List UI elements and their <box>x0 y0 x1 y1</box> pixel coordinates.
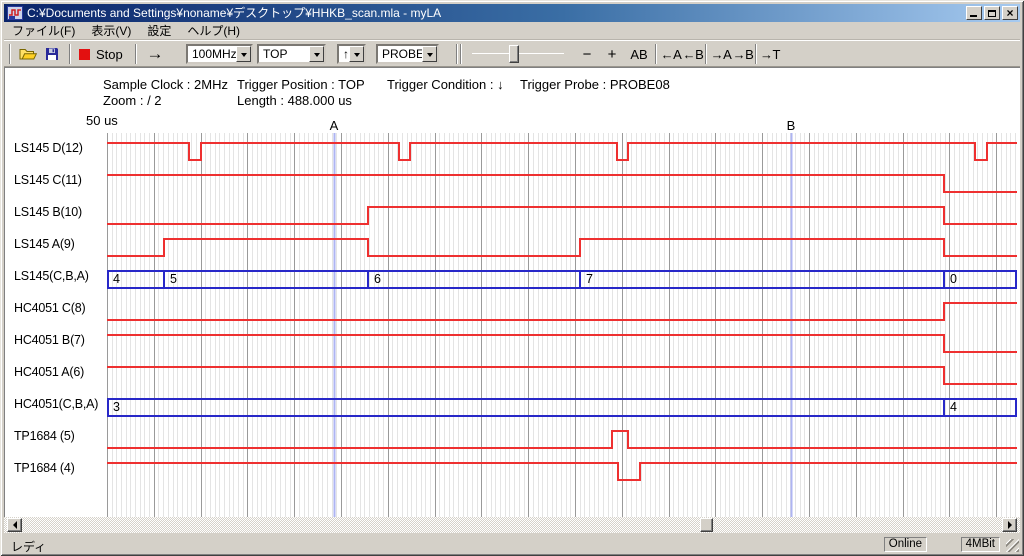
bus-value: 6 <box>374 272 381 286</box>
save-floppy-icon <box>45 47 59 61</box>
stop-label: Stop <box>96 47 123 62</box>
sample-clock-info: Sample Clock : 2MHz <box>103 77 228 92</box>
channel-label[interactable]: LS145 A(9) <box>14 237 75 251</box>
menu-item[interactable]: 設定 <box>139 21 179 40</box>
goto-marker-b-left-button[interactable]: ←B <box>682 43 704 65</box>
toolbar-separator <box>655 44 657 64</box>
sample-clock-value: 100MHz <box>192 46 237 62</box>
minimize-icon <box>970 15 977 17</box>
bus-value: 4 <box>950 400 957 414</box>
toolbar-separator <box>755 44 757 64</box>
dropdown-button[interactable] <box>309 46 324 62</box>
scroll-right-button[interactable] <box>1002 518 1017 532</box>
zoom-info: Zoom : / 2 <box>103 93 162 108</box>
toolbar-separator <box>69 44 71 64</box>
chevron-down-icon <box>314 53 320 60</box>
menu-item[interactable]: 表示(V) <box>83 21 139 40</box>
waveform-panel: Sample Clock : 2MHz Trigger Position : T… <box>4 67 1020 517</box>
time-scale-label: 50 us <box>86 113 118 128</box>
goto-trigger-button[interactable]: →T <box>759 43 781 65</box>
scroll-left-button[interactable] <box>7 518 22 532</box>
toolbar-grip[interactable] <box>9 44 11 64</box>
bus-value: 5 <box>170 272 177 286</box>
channel-label[interactable]: LS145 C(11) <box>14 173 82 187</box>
run-button[interactable]: → <box>141 43 169 65</box>
trigger-position-value: TOP <box>263 46 287 62</box>
zoom-in-button[interactable]: + <box>601 43 623 65</box>
app-icon <box>7 5 23 21</box>
waveform-svg[interactable]: 4 5 6 7 0 3 4 <box>107 133 1017 517</box>
stop-icon <box>79 49 90 60</box>
chevron-down-icon <box>427 53 433 60</box>
close-icon: × <box>1006 8 1013 18</box>
channel-label[interactable]: HC4051 A(6) <box>14 365 84 379</box>
sample-clock-combo[interactable]: 100MHz <box>186 44 253 64</box>
goto-marker-a-right-button[interactable]: →A <box>710 43 732 65</box>
arrow-right-icon <box>1008 521 1016 529</box>
trigger-position-combo[interactable]: TOP <box>257 44 326 64</box>
bus-value: 4 <box>113 272 120 286</box>
arrow-left-icon <box>9 521 17 529</box>
app-window: C:¥Documents and Settings¥noname¥デスクトップ¥… <box>0 0 1024 556</box>
status-bar: レディ Online 4MBit <box>4 536 1020 553</box>
maximize-icon <box>988 10 996 17</box>
status-ready-text: レディ <box>11 538 46 555</box>
trigger-edge-combo[interactable]: ↑ <box>337 44 366 64</box>
trigger-probe-info: Trigger Probe : PROBE08 <box>520 77 670 92</box>
channel-label[interactable]: HC4051(C,B,A) <box>14 397 98 411</box>
stop-button[interactable]: Stop <box>77 43 131 65</box>
trigger-position-info: Trigger Position : TOP <box>237 77 365 92</box>
chevron-down-icon <box>354 53 360 60</box>
dropdown-button[interactable] <box>349 46 364 62</box>
bus-value: 0 <box>950 272 957 286</box>
bus-value: 3 <box>113 400 120 414</box>
channel-label[interactable]: HC4051 C(8) <box>14 301 85 315</box>
goto-marker-a-left-button[interactable]: ←A <box>660 43 682 65</box>
toolbar-separator <box>460 44 462 64</box>
channel-label[interactable]: LS145 D(12) <box>14 141 83 155</box>
menu-item[interactable]: ヘルプ(H) <box>179 21 248 40</box>
minimize-button[interactable] <box>966 6 982 20</box>
channel-label[interactable]: LS145 B(10) <box>14 205 82 219</box>
channel-label[interactable]: TP1684 (4) <box>14 461 75 475</box>
channel-label[interactable]: TP1684 (5) <box>14 429 75 443</box>
trigger-condition-info: Trigger Condition : ↓ <box>387 77 504 92</box>
window-title: C:¥Documents and Settings¥noname¥デスクトップ¥… <box>27 5 966 21</box>
slider-thumb[interactable] <box>509 45 519 63</box>
memory-indicator: 4MBit <box>961 537 1000 552</box>
chevron-down-icon <box>241 53 247 60</box>
toolbar: Stop → 100MHz TOP ↑ PROBE00 − + AB ←A <box>4 40 1020 67</box>
channel-label[interactable]: LS145(C,B,A) <box>14 269 89 283</box>
marker-a-label[interactable]: A <box>330 118 339 133</box>
toolbar-separator <box>705 44 707 64</box>
zoom-out-button[interactable]: − <box>576 43 598 65</box>
menu-bar: ファイル(F)表示(V)設定ヘルプ(H) <box>4 22 1020 40</box>
toolbar-separator <box>135 44 137 64</box>
length-info: Length : 488.000 us <box>237 93 352 108</box>
open-folder-icon <box>19 47 37 61</box>
dropdown-button[interactable] <box>422 46 437 62</box>
channel-label[interactable]: HC4051 B(7) <box>14 333 85 347</box>
save-button[interactable] <box>40 43 64 65</box>
ab-button[interactable]: AB <box>626 43 652 65</box>
maximize-button[interactable] <box>984 6 1000 20</box>
goto-marker-b-right-button[interactable]: →B <box>732 43 754 65</box>
resize-grip[interactable] <box>1006 539 1019 552</box>
trigger-probe-combo[interactable]: PROBE00 <box>376 44 439 64</box>
h-scrollbar[interactable] <box>4 517 1020 533</box>
online-indicator: Online <box>884 537 927 552</box>
menu-item[interactable]: ファイル(F) <box>4 21 83 40</box>
marker-b-label[interactable]: B <box>787 118 796 133</box>
channel-label-column: LS145 D(12) LS145 C(11) LS145 B(10) LS145 A… <box>4 133 107 517</box>
zoom-slider[interactable] <box>466 43 570 65</box>
scrollbar-thumb[interactable] <box>700 518 713 532</box>
title-bar: C:¥Documents and Settings¥noname¥デスクトップ¥… <box>4 4 1020 22</box>
dropdown-button[interactable] <box>236 46 251 62</box>
close-button[interactable]: × <box>1002 6 1018 20</box>
bus-value: 7 <box>586 272 593 286</box>
toolbar-separator <box>456 44 458 64</box>
open-button[interactable] <box>16 43 40 65</box>
